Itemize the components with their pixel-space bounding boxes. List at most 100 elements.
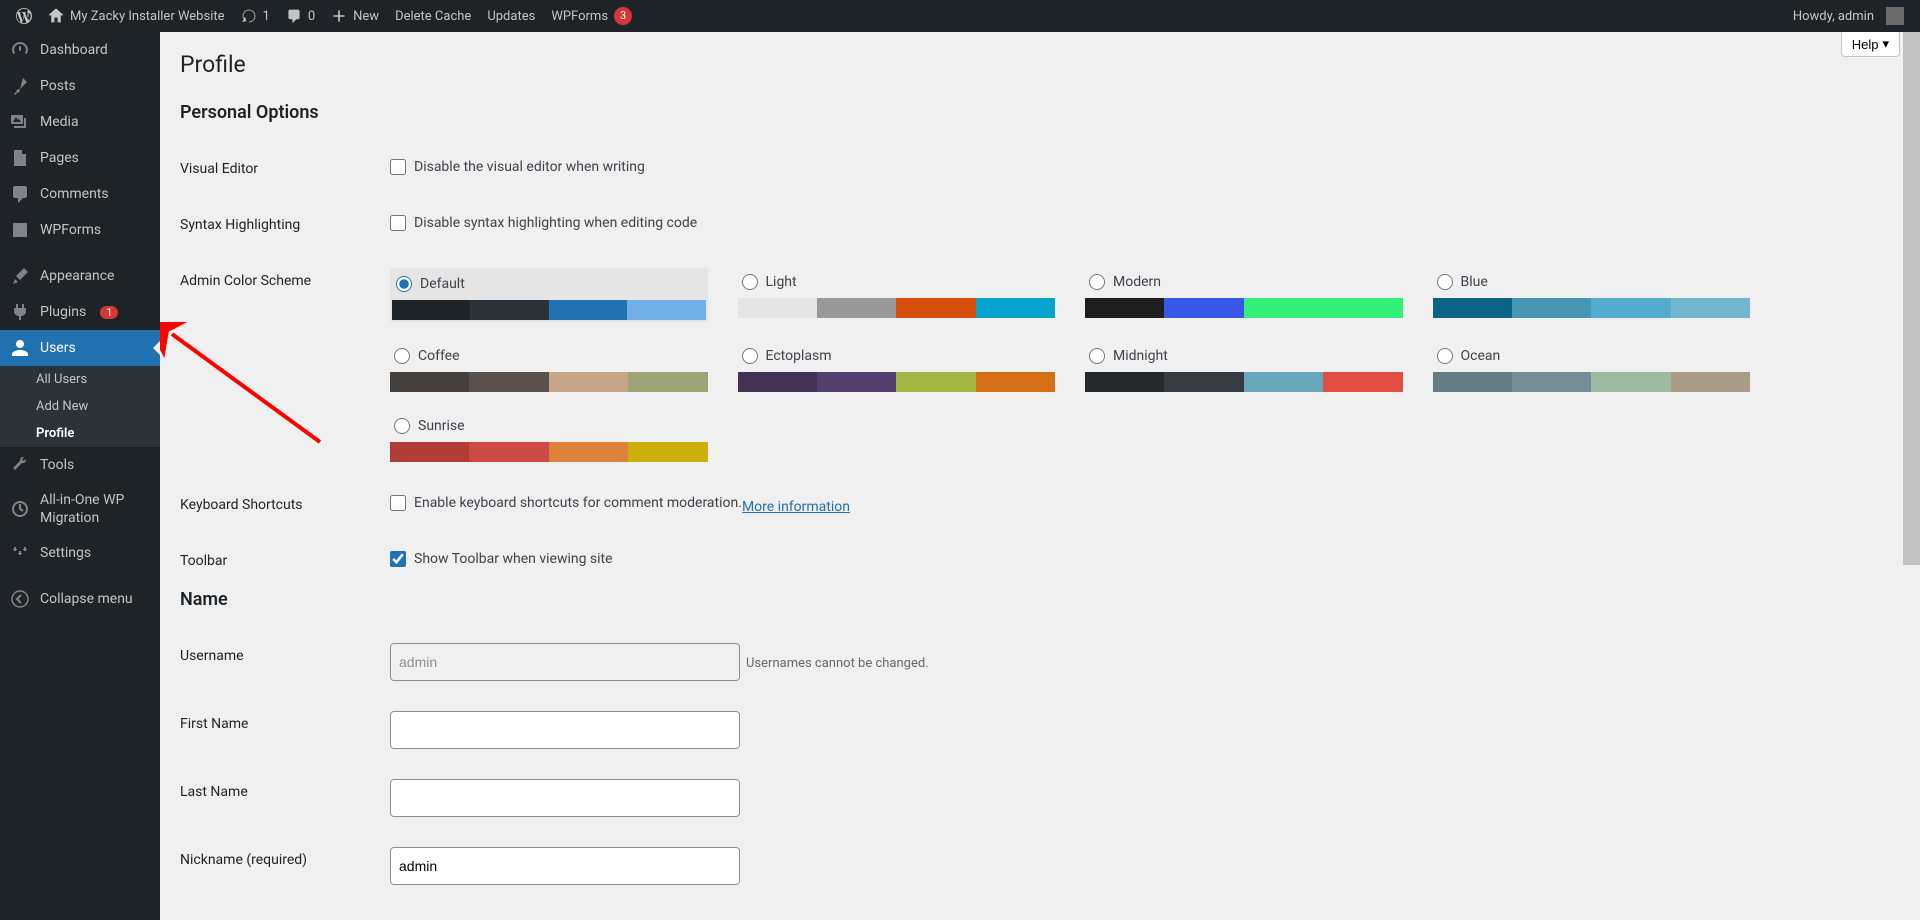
scheme-name: Ocean	[1461, 348, 1501, 364]
toolbar-checkbox[interactable]	[390, 551, 406, 567]
menu-tools[interactable]: Tools	[0, 447, 160, 483]
color-scheme-option[interactable]: Sunrise	[390, 412, 708, 462]
plugins-count-badge: 1	[100, 306, 118, 319]
menu-wpforms[interactable]: WPForms	[0, 212, 160, 248]
new-link[interactable]: New	[323, 0, 387, 32]
toolbar-label: Toolbar	[180, 533, 380, 589]
site-name-link[interactable]: My Zacky Installer Website	[40, 0, 233, 32]
brush-icon	[10, 266, 30, 286]
media-icon	[10, 112, 30, 132]
shortcuts-more-link[interactable]: More information	[742, 499, 850, 515]
scheme-swatch	[738, 372, 1056, 392]
wpforms-link[interactable]: WPForms3	[543, 0, 640, 32]
scheme-radio[interactable]	[1437, 348, 1453, 364]
sliders-icon	[10, 543, 30, 563]
comments-count: 0	[308, 9, 315, 24]
color-scheme-option[interactable]: Light	[738, 268, 1056, 322]
comment-icon	[286, 8, 302, 24]
scheme-name: Light	[766, 274, 797, 290]
color-scheme-option[interactable]: Coffee	[390, 342, 708, 392]
page-icon	[10, 148, 30, 168]
scheme-name: Default	[420, 276, 465, 292]
home-icon	[48, 8, 64, 24]
username-description: Usernames cannot be changed.	[746, 656, 929, 671]
help-button[interactable]: Help ▾	[1841, 32, 1900, 57]
syntax-label: Syntax Highlighting	[180, 197, 380, 253]
scheme-radio[interactable]	[742, 274, 758, 290]
menu-pages[interactable]: Pages	[0, 140, 160, 176]
wp-logo[interactable]	[8, 0, 40, 32]
color-scheme-option[interactable]: Ocean	[1433, 342, 1751, 392]
scheme-swatch	[1433, 372, 1751, 392]
menu-settings[interactable]: Settings	[0, 535, 160, 571]
menu-plugins[interactable]: Plugins1	[0, 294, 160, 330]
visual-editor-checkbox[interactable]	[390, 159, 406, 175]
updates-text-link[interactable]: Updates	[479, 0, 543, 32]
update-icon	[241, 8, 257, 24]
menu-migration[interactable]: All-in-One WP Migration	[0, 483, 160, 535]
section-personal-options: Personal Options	[180, 102, 1900, 123]
migration-icon	[10, 499, 30, 519]
nickname-label: Nickname (required)	[180, 832, 380, 900]
color-scheme-option[interactable]: Default	[390, 268, 708, 322]
scheme-swatch	[1085, 298, 1403, 318]
scrollbar[interactable]	[1903, 32, 1920, 920]
site-name-label: My Zacky Installer Website	[70, 9, 225, 24]
submenu-profile[interactable]: Profile	[0, 420, 160, 447]
firstname-input[interactable]	[390, 711, 740, 749]
color-scheme-option[interactable]: Ectoplasm	[738, 342, 1056, 392]
updates-count: 1	[263, 9, 270, 24]
color-scheme-option[interactable]: Blue	[1433, 268, 1751, 322]
menu-posts[interactable]: Posts	[0, 68, 160, 104]
submenu-add-new[interactable]: Add New	[0, 393, 160, 420]
scheme-radio[interactable]	[1089, 274, 1105, 290]
scheme-radio[interactable]	[394, 348, 410, 364]
scheme-swatch	[738, 298, 1056, 318]
color-schemes-grid: Default Light Modern Blue Coffee Ectoplasm Mid…	[390, 268, 1750, 462]
form-icon	[10, 220, 30, 240]
submenu-all-users[interactable]: All Users	[0, 366, 160, 393]
lastname-label: Last Name	[180, 764, 380, 832]
howdy-link[interactable]: Howdy, admin	[1785, 0, 1912, 32]
menu-dashboard[interactable]: Dashboard	[0, 32, 160, 68]
scheme-name: Ectoplasm	[766, 348, 832, 364]
delete-cache-link[interactable]: Delete Cache	[387, 0, 479, 32]
comments-icon	[10, 184, 30, 204]
scheme-name: Modern	[1113, 274, 1161, 290]
scheme-swatch	[392, 300, 706, 320]
wrench-icon	[10, 455, 30, 475]
scheme-swatch	[1085, 372, 1403, 392]
menu-collapse[interactable]: Collapse menu	[0, 581, 160, 617]
scheme-radio[interactable]	[1089, 348, 1105, 364]
submenu-users: All Users Add New Profile	[0, 366, 160, 447]
user-icon	[10, 338, 30, 358]
nickname-input[interactable]	[390, 847, 740, 885]
scheme-name: Midnight	[1113, 348, 1168, 364]
color-scheme-option[interactable]: Modern	[1085, 268, 1403, 322]
visual-editor-label: Visual Editor	[180, 141, 380, 197]
scheme-radio[interactable]	[742, 348, 758, 364]
admin-sidebar: Dashboard Posts Media Pages Comments WPF…	[0, 32, 160, 920]
menu-users[interactable]: Users	[0, 330, 160, 366]
scheme-radio[interactable]	[1437, 274, 1453, 290]
scheme-radio[interactable]	[396, 276, 412, 292]
scheme-name: Sunrise	[418, 418, 465, 434]
pin-icon	[10, 76, 30, 96]
shortcuts-label: Keyboard Shortcuts	[180, 477, 380, 533]
lastname-input[interactable]	[390, 779, 740, 817]
scheme-radio[interactable]	[394, 418, 410, 434]
username-input	[390, 643, 740, 681]
menu-media[interactable]: Media	[0, 104, 160, 140]
scheme-swatch	[390, 372, 708, 392]
syntax-checkbox[interactable]	[390, 215, 406, 231]
scheme-name: Blue	[1461, 274, 1488, 290]
updates-link[interactable]: 1	[233, 0, 278, 32]
comments-link[interactable]: 0	[278, 0, 323, 32]
new-label: New	[353, 9, 379, 24]
color-scheme-option[interactable]: Midnight	[1085, 342, 1403, 392]
firstname-label: First Name	[180, 696, 380, 764]
menu-comments[interactable]: Comments	[0, 176, 160, 212]
shortcuts-checkbox[interactable]	[390, 495, 406, 511]
menu-appearance[interactable]: Appearance	[0, 258, 160, 294]
plus-icon	[331, 8, 347, 24]
